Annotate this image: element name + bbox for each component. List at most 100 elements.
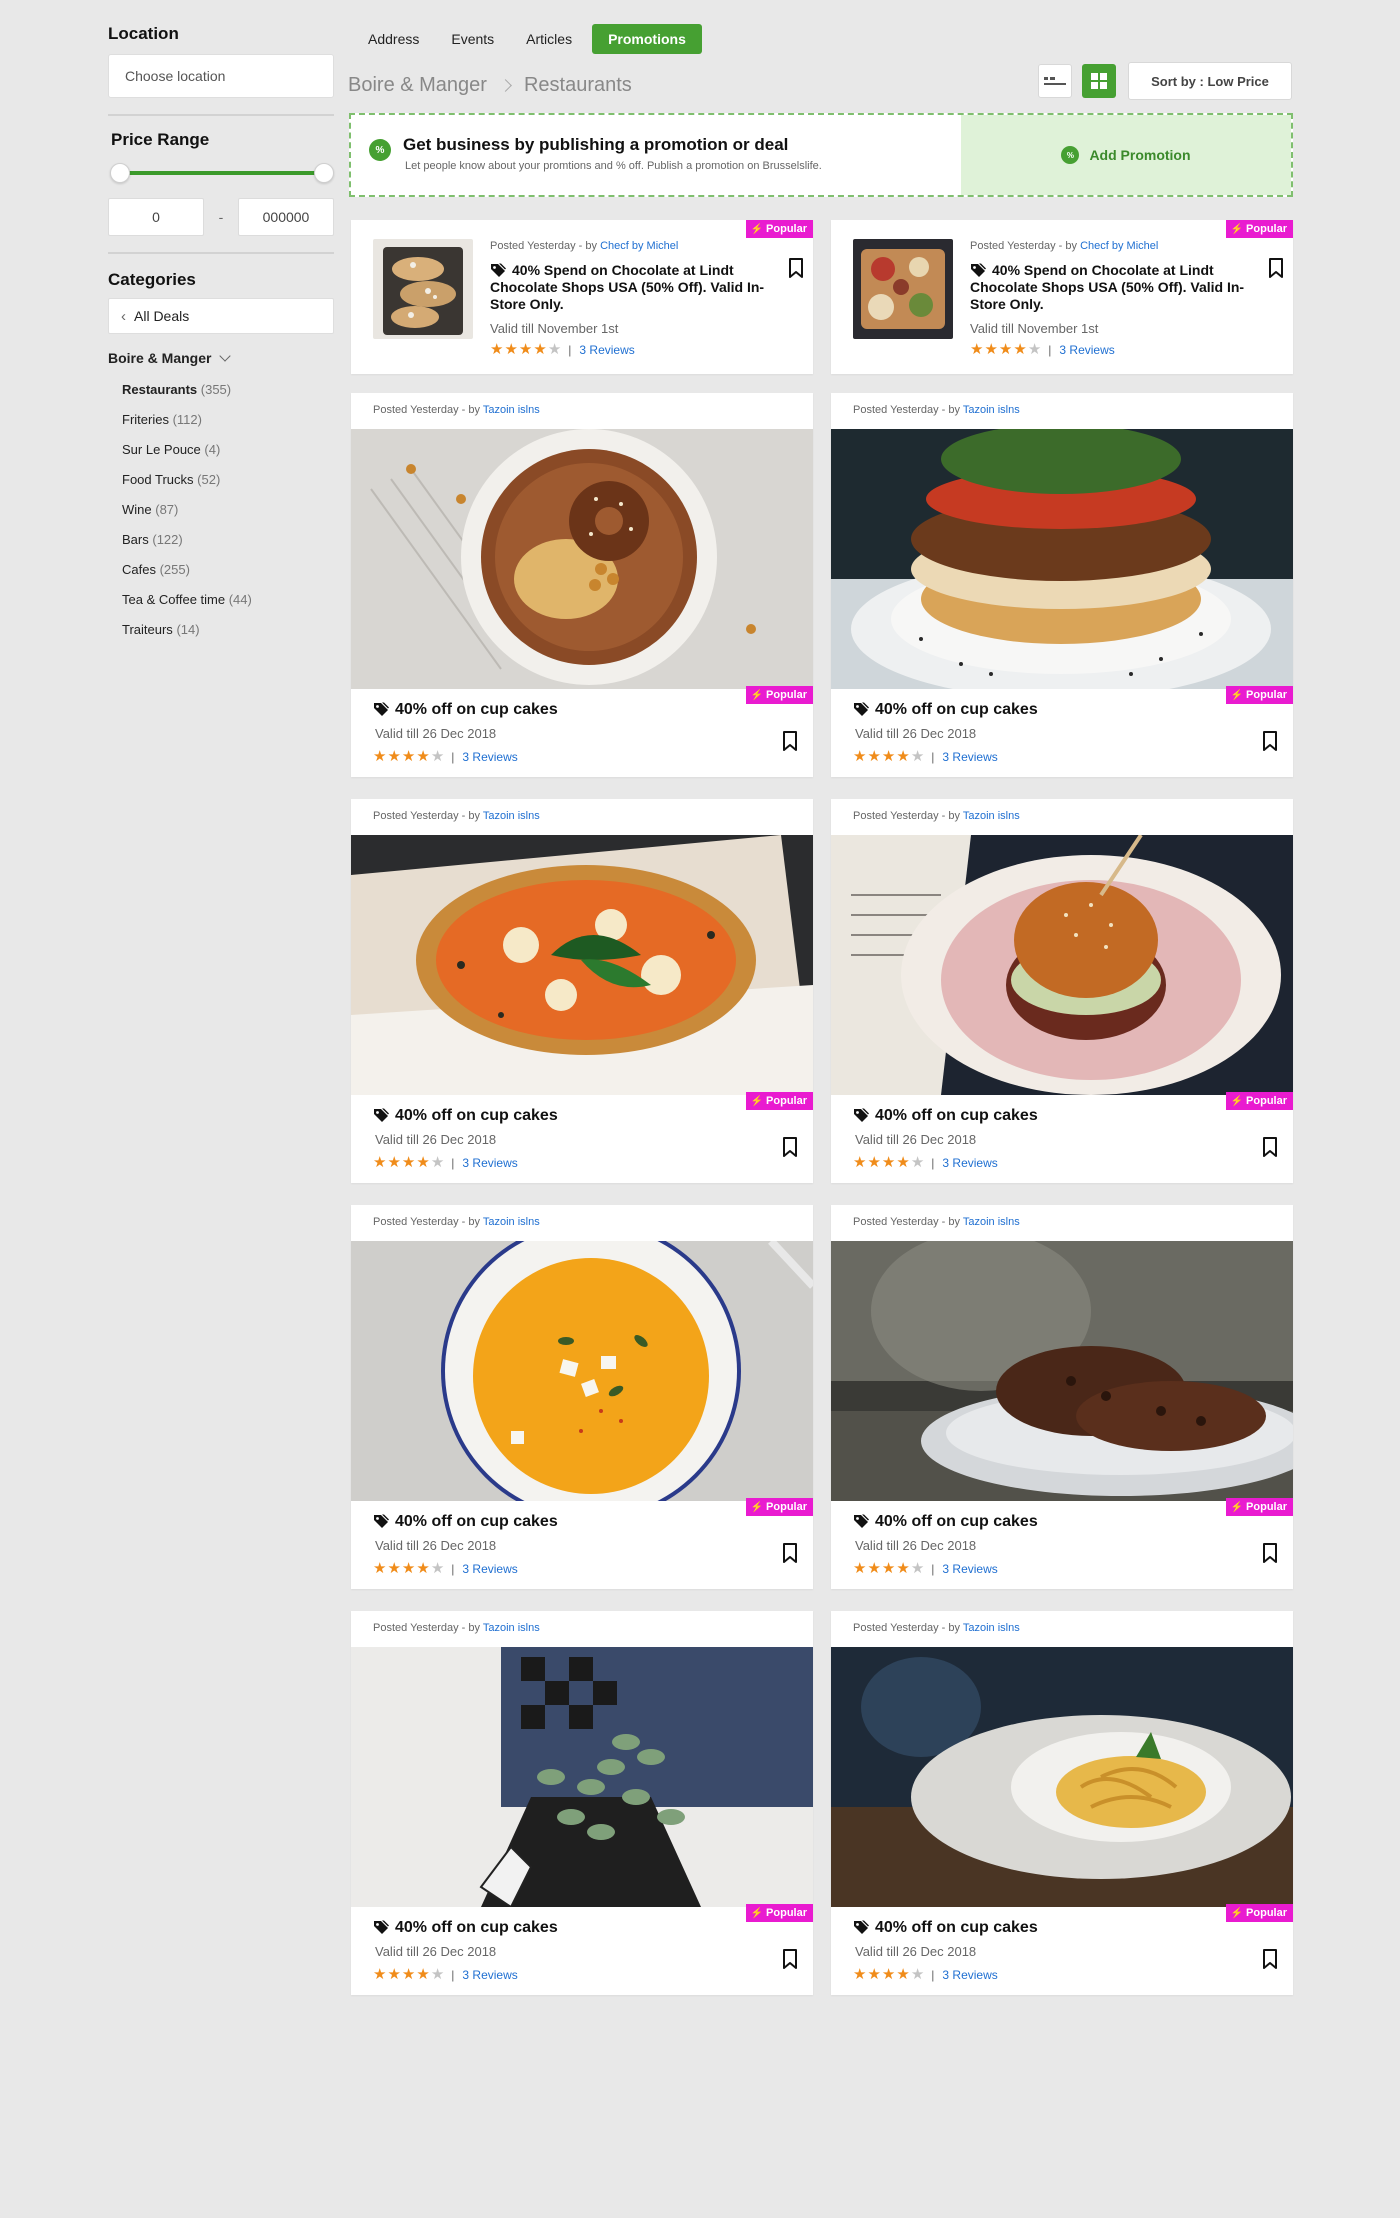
bookmark-icon[interactable] <box>783 1137 797 1157</box>
featured-deal-card[interactable]: ⚡ Popular Posted Yesterday - by Checf by … <box>351 220 813 374</box>
sort-dropdown[interactable]: Sort by : Low Price <box>1128 62 1292 100</box>
bolt-icon: ⚡ <box>750 689 764 701</box>
category-item[interactable]: Bars (122) <box>122 532 334 562</box>
author-link[interactable]: Tazoin islns <box>963 404 1020 416</box>
deal-title[interactable]: 40% Spend on Chocolate at Lindt Chocolat… <box>490 262 780 313</box>
reviews-link[interactable]: 3 Reviews <box>462 1968 517 1982</box>
author-link[interactable]: Tazoin islns <box>963 810 1020 822</box>
category-group-toggle[interactable]: Boire & Manger <box>108 350 334 366</box>
reviews-link[interactable]: 3 Reviews <box>462 750 517 764</box>
deal-image[interactable] <box>831 1647 1293 1907</box>
deal-card[interactable]: Posted Yesterday - by Tazoin islns ⚡ Popu… <box>831 799 1293 1183</box>
location-input[interactable]: Choose location <box>108 54 334 98</box>
bolt-icon: ⚡ <box>1230 689 1244 701</box>
deal-image[interactable] <box>351 835 813 1095</box>
deal-card[interactable]: Posted Yesterday - by Tazoin islns ⚡ Popu… <box>831 1205 1293 1589</box>
category-item[interactable]: Tea & Coffee time (44) <box>122 592 334 622</box>
category-item[interactable]: Traiteurs (14) <box>122 622 334 652</box>
posted-label: Posted Yesterday - by <box>373 1622 483 1634</box>
deal-title[interactable]: 40% off on cup cakes <box>853 1513 1038 1531</box>
deal-image[interactable] <box>831 835 1293 1095</box>
deal-card[interactable]: Posted Yesterday - by Tazoin islns ⚡ Popu… <box>831 393 1293 777</box>
bookmark-icon[interactable] <box>1263 731 1277 751</box>
star-icon: ★ <box>518 341 533 358</box>
deal-card[interactable]: Posted Yesterday - by Tazoin islns ⚡ Popu… <box>351 799 813 1183</box>
featured-deal-card[interactable]: ⚡ Popular Posted Yesterday - by Checf by … <box>831 220 1293 374</box>
reviews-link[interactable]: 3 Reviews <box>942 1562 997 1576</box>
author-link[interactable]: Tazoin islns <box>483 404 540 416</box>
reviews-link[interactable]: 3 Reviews <box>942 1156 997 1170</box>
tab-promotions[interactable]: Promotions <box>592 24 702 54</box>
author-link[interactable]: Checf by Michel <box>600 240 678 252</box>
popular-badge: ⚡ Popular <box>745 1498 813 1516</box>
reviews-link[interactable]: 3 Reviews <box>462 1562 517 1576</box>
deal-title[interactable]: 40% off on cup cakes <box>373 1919 558 1937</box>
deal-title[interactable]: 40% Spend on Chocolate at Lindt Chocolat… <box>970 262 1260 313</box>
category-item[interactable]: Sur Le Pouce (4) <box>122 442 334 472</box>
divider <box>108 252 334 254</box>
author-link[interactable]: Tazoin islns <box>483 1216 540 1228</box>
price-max-input[interactable]: 000000 <box>237 198 334 236</box>
deal-title[interactable]: 40% off on cup cakes <box>853 701 1038 719</box>
deal-card[interactable]: Posted Yesterday - by Tazoin islns ⚡ Popu… <box>351 1205 813 1589</box>
bookmark-icon[interactable] <box>1263 1949 1277 1969</box>
deal-title[interactable]: 40% off on cup cakes <box>373 701 558 719</box>
deal-title[interactable]: 40% off on cup cakes <box>853 1919 1038 1937</box>
list-view-button[interactable] <box>1038 64 1072 98</box>
star-icon: ★ <box>430 1154 445 1171</box>
author-link[interactable]: Checf by Michel <box>1080 240 1158 252</box>
category-item[interactable]: Wine (87) <box>122 502 334 532</box>
reviews-link[interactable]: 3 Reviews <box>942 1968 997 1982</box>
tab-address[interactable]: Address <box>356 24 431 54</box>
reviews-link[interactable]: 3 Reviews <box>1059 343 1114 357</box>
star-icon: ★ <box>387 748 401 765</box>
grid-view-button[interactable] <box>1082 64 1116 98</box>
author-link[interactable]: Tazoin islns <box>483 810 540 822</box>
price-slider-min-handle[interactable] <box>110 163 130 183</box>
bookmark-icon[interactable] <box>783 731 797 751</box>
deal-title[interactable]: 40% off on cup cakes <box>853 1107 1038 1125</box>
deal-image[interactable] <box>351 429 813 689</box>
tab-events[interactable]: Events <box>439 24 506 54</box>
deal-card[interactable]: Posted Yesterday - by Tazoin islns ⚡ Popu… <box>351 1611 813 1995</box>
deal-validity: Valid till November 1st <box>970 321 1099 336</box>
bookmark-icon[interactable] <box>783 1949 797 1969</box>
deal-image[interactable] <box>831 1241 1293 1501</box>
author-link[interactable]: Tazoin islns <box>963 1216 1020 1228</box>
price-slider-max-handle[interactable] <box>314 163 334 183</box>
bookmark-icon[interactable] <box>783 1543 797 1563</box>
deal-card[interactable]: Posted Yesterday - by Tazoin islns ⚡ Popu… <box>831 1611 1293 1995</box>
tab-articles[interactable]: Articles <box>514 24 584 54</box>
deal-card[interactable]: Posted Yesterday - by Tazoin islns ⚡ Popu… <box>351 393 813 777</box>
breadcrumb-item-parent[interactable]: Boire & Manger <box>348 74 487 97</box>
bookmark-icon[interactable] <box>789 258 803 278</box>
bookmark-icon[interactable] <box>1263 1543 1277 1563</box>
bookmark-icon[interactable] <box>1269 258 1283 278</box>
reviews-link[interactable]: 3 Reviews <box>579 343 634 357</box>
reviews-link[interactable]: 3 Reviews <box>942 750 997 764</box>
deal-title-text: 40% off on cup cakes <box>875 1919 1038 1936</box>
author-link[interactable]: Tazoin islns <box>483 1622 540 1634</box>
author-link[interactable]: Tazoin islns <box>963 1622 1020 1634</box>
sidebar: Location Choose location Price Range 0 -… <box>108 24 334 652</box>
category-item[interactable]: Cafes (255) <box>122 562 334 592</box>
star-icon: ★ <box>896 748 910 765</box>
star-icon: ★ <box>373 1560 387 1577</box>
price-min-input[interactable]: 0 <box>108 198 204 236</box>
deal-image[interactable] <box>351 1647 813 1907</box>
reviews-link[interactable]: 3 Reviews <box>462 1156 517 1170</box>
deal-title[interactable]: 40% off on cup cakes <box>373 1107 558 1125</box>
category-item[interactable]: Friteries (112) <box>122 412 334 442</box>
deal-title[interactable]: 40% off on cup cakes <box>373 1513 558 1531</box>
category-item[interactable]: Food Trucks (52) <box>122 472 334 502</box>
deal-image[interactable] <box>351 1241 813 1501</box>
deal-image[interactable] <box>831 429 1293 689</box>
price-slider[interactable] <box>108 162 334 184</box>
bookmark-icon[interactable] <box>1263 1137 1277 1157</box>
category-count: (355) <box>200 382 232 397</box>
add-promotion-button[interactable]: % Add Promotion <box>961 115 1291 195</box>
star-icon: ★ <box>401 1560 416 1577</box>
category-item[interactable]: Restaurants (355) <box>122 382 334 412</box>
all-deals-button[interactable]: ‹ All Deals <box>108 298 334 334</box>
star-icon: ★ <box>387 1560 401 1577</box>
